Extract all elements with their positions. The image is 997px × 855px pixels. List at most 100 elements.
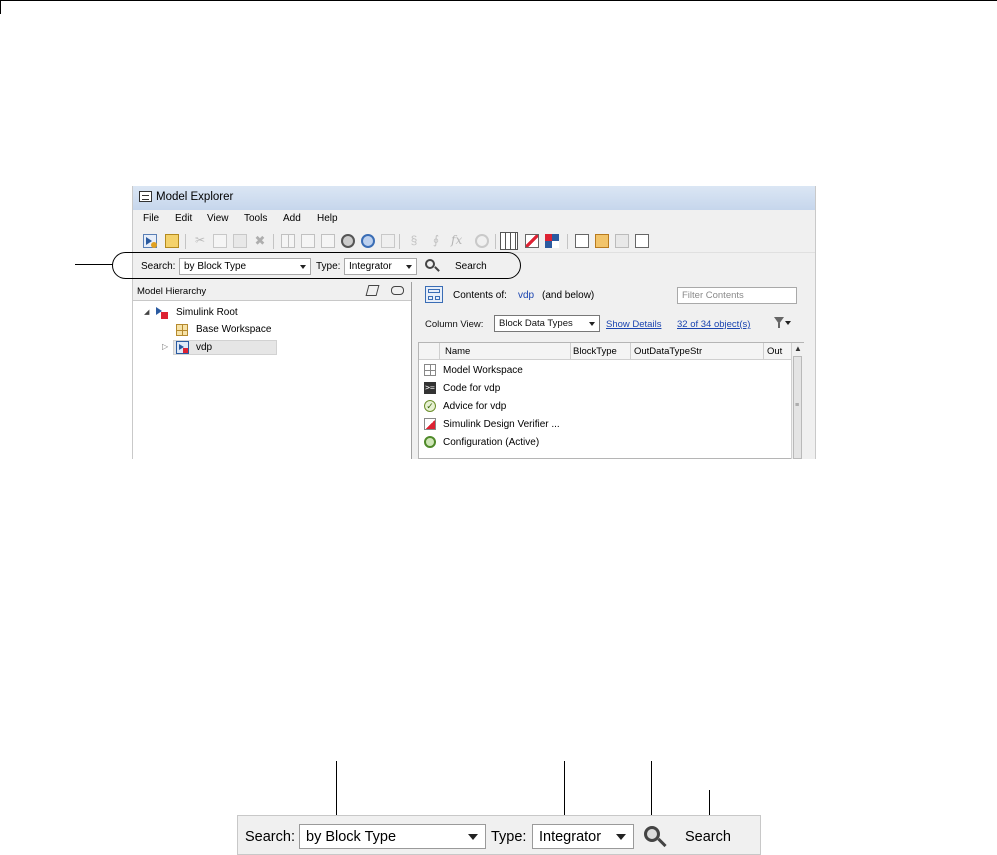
zoomed-search-magnifier-icon[interactable] [644, 826, 668, 850]
column-view-value: Block Data Types [499, 318, 573, 329]
contents-scope-label: (and below) [542, 290, 595, 301]
scrollbar-thumb[interactable]: ≡ [793, 356, 802, 459]
configuration-gear-icon[interactable] [361, 234, 375, 248]
hierarchy-view-icon[interactable] [545, 234, 559, 248]
target-icon[interactable] [475, 234, 489, 248]
row-name: Simulink Design Verifier ... [443, 419, 560, 430]
code-icon: >= [424, 382, 436, 394]
tree-collapsed-arrow-icon[interactable]: ▷ [162, 342, 168, 351]
highlight-icon[interactable] [525, 234, 539, 248]
table-row[interactable]: Simulink Design Verifier ... [419, 416, 789, 434]
column-header-out[interactable]: Out [767, 346, 782, 357]
zoomed-type-label: Type: [491, 829, 527, 845]
table-row[interactable]: ✓ Advice for vdp [419, 398, 789, 416]
data-icon[interactable] [381, 234, 395, 248]
contents-hierarchy-icon [425, 286, 443, 303]
table-row[interactable]: >= Code for vdp [419, 380, 789, 398]
chevron-down-icon [616, 834, 626, 840]
zoomed-search-by-dropdown[interactable]: by Block Type [299, 824, 486, 849]
design-verifier-icon [424, 418, 436, 430]
table-row[interactable]: Configuration (Active) [419, 434, 789, 452]
signal-icon[interactable]: § [407, 234, 421, 248]
model-workspace-icon [424, 364, 436, 376]
subsystem-icon[interactable] [321, 234, 335, 248]
edit-link-icon[interactable] [365, 285, 380, 296]
column-header-name[interactable]: Name [445, 346, 470, 357]
menu-help[interactable]: Help [317, 213, 338, 224]
column-view-icon[interactable] [500, 232, 518, 250]
table-header: Name BlockType OutDataTypeStr Out [419, 343, 791, 360]
show-library-icon[interactable] [391, 286, 404, 295]
table-icon[interactable] [301, 234, 315, 248]
model-icon [176, 341, 189, 354]
model-settings-gear-icon[interactable] [341, 234, 355, 248]
chevron-down-icon [468, 834, 478, 840]
properties-icon[interactable] [635, 234, 649, 248]
cut-icon[interactable]: ✂ [193, 234, 207, 248]
toolbar: ✂ ✖ § ∮ fx [133, 230, 815, 253]
page-top-rule [0, 0, 997, 1]
row-name: Advice for vdp [443, 401, 507, 412]
show-details-link[interactable]: Show Details [606, 319, 661, 330]
new-model-icon[interactable] [143, 234, 157, 248]
parameter-icon[interactable]: ∮ [429, 234, 443, 248]
menu-add[interactable]: Add [283, 213, 301, 224]
tree-node-vdp[interactable]: vdp [196, 342, 212, 353]
filter-contents-input[interactable]: Filter Contents [677, 287, 797, 304]
function-fx-icon[interactable]: fx [451, 234, 469, 248]
model-hierarchy-title: Model Hierarchy [137, 286, 207, 297]
menu-tools[interactable]: Tools [244, 213, 267, 224]
menu-view[interactable]: View [207, 213, 229, 224]
toolbar-separator [399, 234, 400, 249]
column-view-dropdown[interactable]: Block Data Types [494, 315, 600, 332]
print-icon[interactable] [615, 234, 629, 248]
tree-node-base-workspace[interactable]: Base Workspace [196, 324, 271, 335]
filter-funnel-icon[interactable] [774, 316, 791, 330]
zoomed-type-value: Integrator [539, 829, 602, 845]
grid-icon[interactable] [281, 234, 295, 248]
contents-pane: Contents of: vdp (and below) Filter Cont… [413, 282, 815, 459]
callout-leader-line [75, 264, 113, 265]
scroll-up-arrow-icon[interactable]: ▲ [794, 344, 802, 353]
edit-document-icon[interactable] [575, 234, 589, 248]
column-divider [439, 343, 440, 359]
zoomed-search-bar: Search: by Block Type Type: Integrator S… [237, 815, 761, 855]
search-bar-callout-ellipse [112, 252, 521, 279]
contents-of-label: Contents of: [453, 290, 507, 301]
model-explorer-app-icon [139, 191, 152, 202]
toolbar-separator [185, 234, 186, 249]
window-title: Model Explorer [156, 191, 234, 203]
advice-icon: ✓ [424, 400, 436, 412]
menu-file[interactable]: File [143, 213, 159, 224]
zoomed-search-by-value: by Block Type [306, 829, 397, 845]
contents-table: Name BlockType OutDataTypeStr Out ▲ ≡ Mo… [418, 342, 804, 459]
column-divider [570, 343, 571, 359]
vertical-scrollbar[interactable]: ▲ ≡ [791, 343, 804, 459]
configuration-icon [424, 436, 436, 448]
column-divider [630, 343, 631, 359]
open-folder-icon[interactable] [165, 234, 179, 248]
zoomed-type-dropdown[interactable]: Integrator [532, 824, 634, 849]
column-view-label: Column View: [425, 319, 484, 330]
menu-edit[interactable]: Edit [175, 213, 192, 224]
object-count-link[interactable]: 32 of 34 object(s) [677, 319, 750, 330]
contents-model-link[interactable]: vdp [518, 290, 534, 301]
menu-bar: File Edit View Tools Add Help [133, 210, 815, 230]
chevron-down-icon [589, 322, 595, 326]
delete-icon[interactable]: ✖ [253, 234, 267, 248]
tree-expanded-arrow-icon[interactable]: ◢ [144, 308, 149, 316]
report-icon[interactable] [595, 234, 609, 248]
paste-icon[interactable] [233, 234, 247, 248]
table-row[interactable]: Model Workspace [419, 362, 789, 380]
zoomed-search-button[interactable]: Search [685, 829, 731, 845]
title-bar[interactable]: Model Explorer [133, 186, 815, 210]
column-header-outdatatypestr[interactable]: OutDataTypeStr [634, 346, 702, 357]
contents-header: Contents of: vdp (and below) Filter Cont… [413, 282, 815, 308]
tree-node-simulink-root[interactable]: Simulink Root [176, 307, 238, 318]
scrollbar-grip-icon: ≡ [795, 402, 800, 409]
copy-icon[interactable] [213, 234, 227, 248]
column-header-blocktype[interactable]: BlockType [573, 346, 617, 357]
simulink-root-icon [156, 306, 169, 319]
filter-contents-placeholder: Filter Contents [682, 290, 744, 301]
page-left-rule [0, 0, 1, 14]
